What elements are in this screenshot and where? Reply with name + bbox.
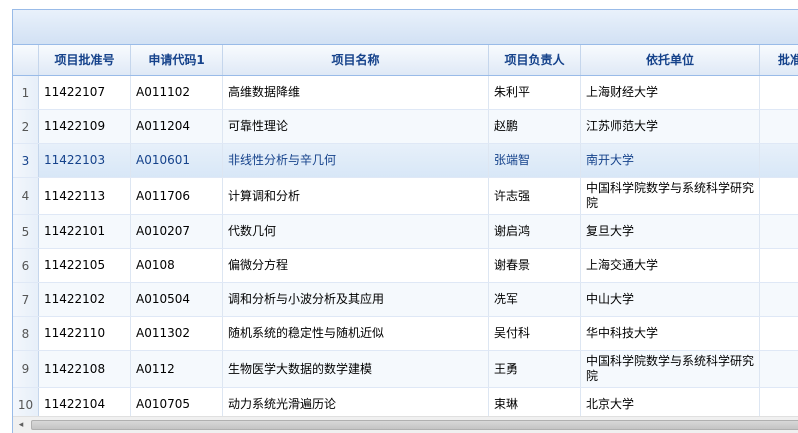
row-number: 1 <box>13 76 39 109</box>
cell-project-leader: 谢启鸿 <box>489 215 581 248</box>
cell-apply-code: A0112 <box>131 351 223 387</box>
cell-project-id: 11422109 <box>39 110 131 143</box>
cell-project-name: 可靠性理论 <box>223 110 489 143</box>
cell-approval <box>760 249 798 282</box>
cell-project-id: 11422108 <box>39 351 131 387</box>
cell-project-leader: 许志强 <box>489 178 581 214</box>
row-number: 2 <box>13 110 39 143</box>
cell-approval <box>760 178 798 214</box>
cell-host-unit: 上海交通大学 <box>581 249 760 282</box>
row-number: 5 <box>13 215 39 248</box>
cell-project-id: 11422105 <box>39 249 131 282</box>
row-number: 9 <box>13 351 39 387</box>
table-row[interactable]: 9 11422108 A0112 生物医学大数据的数学建模 王勇 中国科学院数学… <box>13 351 798 388</box>
cell-approval <box>760 215 798 248</box>
cell-apply-code: A011302 <box>131 317 223 350</box>
cell-apply-code: A010601 <box>131 144 223 177</box>
cell-apply-code: A010504 <box>131 283 223 316</box>
row-number: 6 <box>13 249 39 282</box>
cell-project-name: 非线性分析与辛几何 <box>223 144 489 177</box>
row-number: 4 <box>13 178 39 214</box>
cell-project-name: 调和分析与小波分析及其应用 <box>223 283 489 316</box>
cell-approval <box>760 317 798 350</box>
cell-host-unit: 中国科学院数学与系统科学研究院 <box>581 178 760 214</box>
cell-project-id: 11422101 <box>39 215 131 248</box>
cell-apply-code: A011204 <box>131 110 223 143</box>
cell-apply-code: A0108 <box>131 249 223 282</box>
table-row[interactable]: 2 11422109 A011204 可靠性理论 赵鹏 江苏师范大学 <box>13 110 798 144</box>
cell-host-unit: 南开大学 <box>581 144 760 177</box>
data-grid: 项目批准号 申请代码1 项目名称 项目负责人 依托单位 批准 1 1142210… <box>13 45 798 422</box>
cell-host-unit: 华中科技大学 <box>581 317 760 350</box>
cell-host-unit: 江苏师范大学 <box>581 110 760 143</box>
cell-project-leader: 张端智 <box>489 144 581 177</box>
cell-project-id: 11422110 <box>39 317 131 350</box>
cell-apply-code: A011706 <box>131 178 223 214</box>
cell-project-leader: 朱利平 <box>489 76 581 109</box>
header-project-id[interactable]: 项目批准号 <box>39 45 131 75</box>
cell-project-leader: 王勇 <box>489 351 581 387</box>
table-row[interactable]: 7 11422102 A010504 调和分析与小波分析及其应用 冼军 中山大学 <box>13 283 798 317</box>
table-row[interactable]: 8 11422110 A011302 随机系统的稳定性与随机近似 吴付科 华中科… <box>13 317 798 351</box>
table-row[interactable]: 6 11422105 A0108 偏微分方程 谢春景 上海交通大学 <box>13 249 798 283</box>
grid-panel: 项目批准号 申请代码1 项目名称 项目负责人 依托单位 批准 1 1142210… <box>12 9 798 433</box>
panel-header <box>13 10 798 45</box>
cell-approval <box>760 351 798 387</box>
cell-host-unit: 中山大学 <box>581 283 760 316</box>
cell-project-name: 生物医学大数据的数学建模 <box>223 351 489 387</box>
header-host-unit[interactable]: 依托单位 <box>581 45 760 75</box>
cell-approval <box>760 76 798 109</box>
cell-host-unit: 中国科学院数学与系统科学研究院 <box>581 351 760 387</box>
table-row[interactable]: 4 11422113 A011706 计算调和分析 许志强 中国科学院数学与系统… <box>13 178 798 215</box>
cell-project-name: 计算调和分析 <box>223 178 489 214</box>
grid-header-row: 项目批准号 申请代码1 项目名称 项目负责人 依托单位 批准 <box>13 45 798 76</box>
cell-approval <box>760 283 798 316</box>
header-rownumber <box>13 45 39 75</box>
cell-project-name: 偏微分方程 <box>223 249 489 282</box>
header-apply-code[interactable]: 申请代码1 <box>131 45 223 75</box>
cell-project-name: 高维数据降维 <box>223 76 489 109</box>
table-row-selected[interactable]: 3 11422103 A010601 非线性分析与辛几何 张端智 南开大学 <box>13 144 798 178</box>
cell-project-leader: 吴付科 <box>489 317 581 350</box>
cell-host-unit: 上海财经大学 <box>581 76 760 109</box>
cell-apply-code: A011102 <box>131 76 223 109</box>
cell-host-unit: 复旦大学 <box>581 215 760 248</box>
cell-apply-code: A010207 <box>131 215 223 248</box>
header-project-leader[interactable]: 项目负责人 <box>489 45 581 75</box>
table-row[interactable]: 5 11422101 A010207 代数几何 谢启鸿 复旦大学 <box>13 215 798 249</box>
cell-project-id: 11422107 <box>39 76 131 109</box>
horizontal-scrollbar[interactable]: ◂ <box>13 416 798 433</box>
cell-approval <box>760 144 798 177</box>
header-approval[interactable]: 批准 <box>760 45 798 75</box>
scrollbar-thumb[interactable] <box>31 420 798 430</box>
cell-approval <box>760 110 798 143</box>
header-project-name[interactable]: 项目名称 <box>223 45 489 75</box>
cell-project-id: 11422113 <box>39 178 131 214</box>
row-number: 3 <box>13 144 39 177</box>
cell-project-leader: 赵鹏 <box>489 110 581 143</box>
cell-project-id: 11422103 <box>39 144 131 177</box>
cell-project-id: 11422102 <box>39 283 131 316</box>
scroll-left-arrow-icon[interactable]: ◂ <box>13 417 29 433</box>
cell-project-name: 代数几何 <box>223 215 489 248</box>
cell-project-leader: 冼军 <box>489 283 581 316</box>
row-number: 8 <box>13 317 39 350</box>
row-number: 7 <box>13 283 39 316</box>
cell-project-name: 随机系统的稳定性与随机近似 <box>223 317 489 350</box>
cell-project-leader: 谢春景 <box>489 249 581 282</box>
table-row[interactable]: 1 11422107 A011102 高维数据降维 朱利平 上海财经大学 <box>13 76 798 110</box>
